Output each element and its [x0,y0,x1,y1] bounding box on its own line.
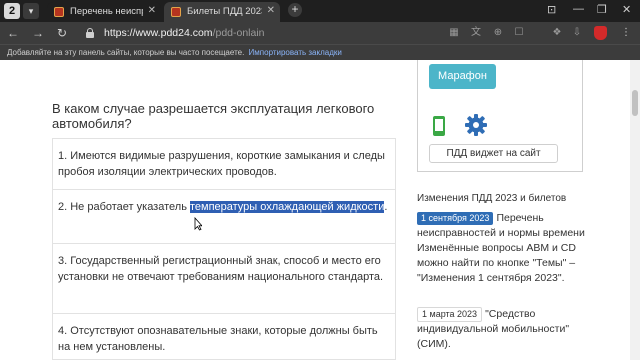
minimize-icon[interactable]: — [573,3,584,15]
sidebar-widget: Марафон ПДД виджет на сайт [417,60,583,172]
selected-text: температуры охлаждающей жидкости [189,201,385,213]
answer-option-2[interactable]: 2. Не работает указатель температуры охл… [53,189,395,243]
answer-text: 3. Государственный регистрационный знак,… [58,255,384,283]
qr-code-icon[interactable]: ▦ [448,27,460,39]
favicon-icon [54,7,64,17]
shield-extension-icon[interactable] [594,26,607,40]
date-badge: 1 сентября 2023 [417,212,494,225]
import-bookmarks-link[interactable]: Импортировать закладки [249,48,342,57]
answer-option-4[interactable]: 4. Отсутствуют опознавательные знаки, ко… [53,313,395,359]
zoom-icon[interactable]: ⊕ [492,27,504,39]
back-arrow-icon[interactable]: ← [7,26,19,40]
marathon-button[interactable]: Марафон [429,64,496,89]
answer-option-1[interactable]: 1. Имеются видимые разрушения, короткие … [53,139,395,189]
favicon-icon [171,7,181,17]
new-tab-plus-icon[interactable]: + [288,3,302,17]
downloads-icon[interactable]: ⇩ [571,27,583,39]
restore-icon[interactable]: ❐ [597,3,607,16]
url-path: /pdd-onlain [212,27,265,39]
tab-inactive[interactable]: Перечень неисправностей ✕ [47,2,161,22]
page-viewport: В каком случае разрешается эксплуатация … [0,60,640,360]
answers-list: 1. Имеются видимые разрушения, короткие … [52,138,396,360]
bookmarks-hint: Добавляйте на эту панель сайты, которые … [7,48,245,57]
answer-text: 4. Отсутствуют опознавательные знаки, ко… [58,325,378,353]
tab-strip: 2 ▾ Перечень неисправностей ✕ Билеты ПДД… [0,0,640,22]
forward-arrow-icon[interactable]: → [32,26,44,40]
widget-embed-button[interactable]: ПДД виджет на сайт [429,144,558,163]
page-scrollbar[interactable] [630,60,640,360]
url-host: https://www.pdd24.com [104,27,213,39]
bookmarks-bar: Добавляйте на эту панель сайты, которые … [0,44,640,60]
bookmark-icon[interactable]: ☐ [513,27,525,39]
close-icon[interactable]: ✕ [148,5,156,16]
news-item: 1 марта 2023 "Средство индивидуальной моб… [417,307,597,352]
date-badge: 1 марта 2023 [417,307,483,322]
question-text: В каком случае разрешается эксплуатация … [52,101,375,131]
tab-search-icon[interactable]: ⊡ [547,3,556,16]
tab-title: Перечень неисправностей [70,6,143,17]
address-bar: ← → ↻ https://www.pdd24.com/pdd-onlain ▦… [0,22,640,44]
tab-title: Билеты ПДД 2023/2024 [187,6,262,17]
gear-icon[interactable] [464,113,488,137]
scrollbar-thumb[interactable] [632,90,638,116]
chevron-down-icon[interactable]: ▾ [23,3,39,19]
translate-icon[interactable]: 文 [470,27,482,39]
extension-icon[interactable]: ❖ [551,27,563,39]
answer-text-suffix: . [384,201,388,213]
answer-text: 1. Имеются видимые разрушения, короткие … [58,150,385,178]
close-icon[interactable]: ✕ [267,5,275,16]
answer-option-3[interactable]: 3. Государственный регистрационный знак,… [53,243,395,313]
text-cursor-icon [194,217,202,231]
tab-active[interactable]: Билеты ПДД 2023/2024 ✕ [164,2,280,22]
phone-icon[interactable] [433,116,445,136]
news-heading: Изменения ПДД 2023 и билетов [417,193,567,204]
lock-icon[interactable] [86,28,94,38]
answer-text-prefix: 2. Не работает указатель [58,201,190,213]
url-field[interactable]: https://www.pdd24.com/pdd-onlain [104,27,265,39]
reload-icon[interactable]: ↻ [57,26,67,40]
workspace-badge[interactable]: 2 [4,3,20,19]
window-close-icon[interactable]: ✕ [622,3,631,16]
news-item: 1 сентября 2023 Перечень неисправностей и… [417,211,597,286]
menu-dots-icon[interactable]: ⋮ [620,27,632,39]
